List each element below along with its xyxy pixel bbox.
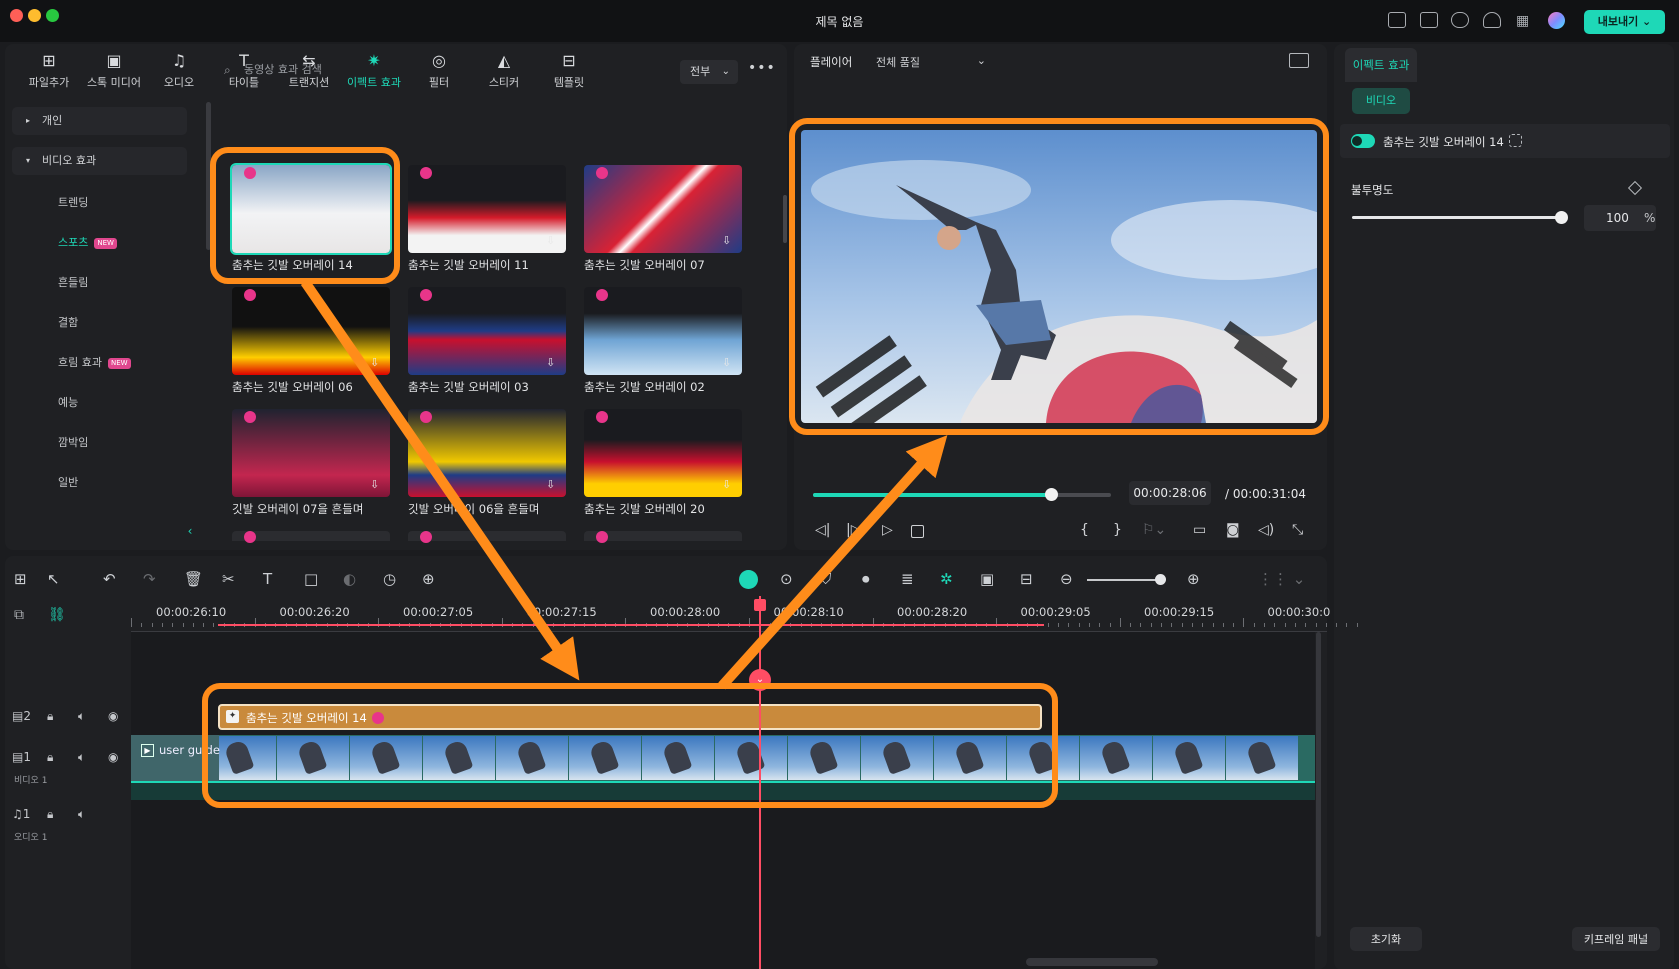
app-window: 제목 없음 ▦ 내보내기 ⌄ ⊞ 파일추가 ▣ 스톡 미디어 ♫ 오디오 T 타이틀 ⇆ 트랜지션…	[0, 0, 1679, 969]
annotation-arrows	[300, 279, 948, 690]
